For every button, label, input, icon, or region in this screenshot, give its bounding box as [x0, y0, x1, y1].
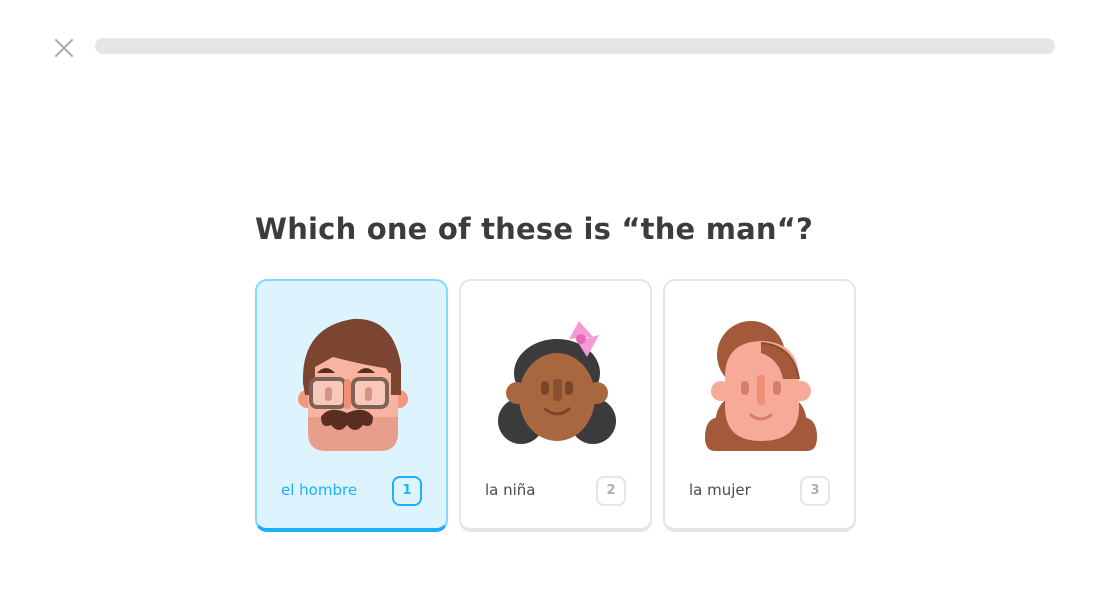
choice-card-el-hombre[interactable]: el hombre 1 [255, 279, 448, 532]
close-icon [54, 38, 74, 58]
man-with-glasses-icon [298, 318, 408, 451]
progress-bar [95, 38, 1055, 54]
choice-label: el hombre [281, 481, 358, 499]
choice-list: el hombre 1 la niña 2 la mujer 3 [255, 279, 856, 532]
close-button[interactable] [52, 36, 76, 60]
choice-label: la niña [485, 481, 536, 499]
keyboard-shortcut-badge: 3 [800, 476, 830, 506]
keyboard-shortcut-badge: 1 [392, 476, 422, 506]
challenge-prompt: Which one of these is “the man“? [255, 212, 814, 246]
keyboard-shortcut-badge: 2 [596, 476, 626, 506]
woman-icon [705, 321, 817, 451]
choice-label: la mujer [689, 481, 751, 499]
girl-with-bow-icon [498, 321, 616, 444]
lesson-page: Which one of these is “the man“? el homb… [0, 0, 1104, 602]
choice-card-la-nina[interactable]: la niña 2 [459, 279, 652, 532]
choice-card-la-mujer[interactable]: la mujer 3 [663, 279, 856, 532]
